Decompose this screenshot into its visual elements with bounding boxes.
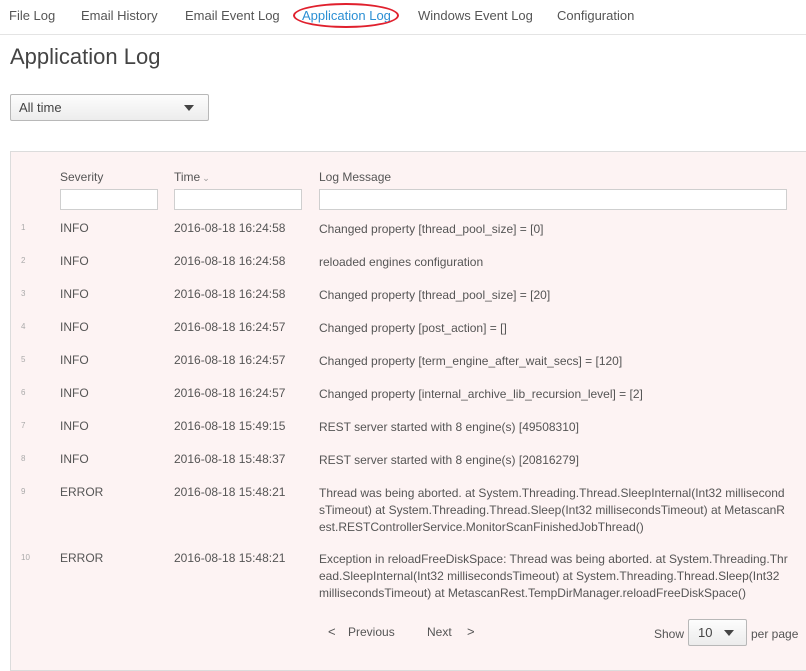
row-number: 2 <box>21 256 26 265</box>
severity-cell: INFO <box>60 452 89 466</box>
prev-arrow-icon[interactable]: < <box>328 624 336 639</box>
severity-cell: INFO <box>60 419 89 433</box>
row-number: 3 <box>21 289 26 298</box>
tab-file-log[interactable]: File Log <box>9 8 55 23</box>
time-cell: 2016-08-18 16:24:58 <box>174 221 286 235</box>
sort-caret-icon: ⌄ <box>202 173 210 183</box>
time-cell: 2016-08-18 15:48:37 <box>174 452 286 466</box>
previous-page-link[interactable]: Previous <box>348 625 395 639</box>
page-size-select[interactable]: 10 <box>688 619 747 646</box>
message-cell: Exception in reloadFreeDiskSpace: Thread… <box>319 552 788 600</box>
row-number: 6 <box>21 388 26 397</box>
column-header-time[interactable]: Time ⌄ <box>174 170 210 184</box>
message-cell: Changed property [internal_archive_lib_r… <box>319 387 643 401</box>
time-cell: 2016-08-18 15:48:21 <box>174 551 286 565</box>
row-number: 8 <box>21 454 26 463</box>
time-cell: 2016-08-18 16:24:58 <box>174 254 286 268</box>
caret-down-icon <box>184 105 194 111</box>
message-cell: Changed property [term_engine_after_wait… <box>319 354 623 368</box>
tab-windows-event-log[interactable]: Windows Event Log <box>418 8 533 23</box>
message-cell: Thread was being aborted. at System.Thre… <box>319 486 785 534</box>
tab-email-history[interactable]: Email History <box>81 8 158 23</box>
row-number: 10 <box>21 553 30 562</box>
severity-cell: ERROR <box>60 551 104 565</box>
tab-configuration[interactable]: Configuration <box>557 8 634 23</box>
time-cell: 2016-08-18 16:24:57 <box>174 353 286 367</box>
severity-cell: INFO <box>60 353 89 367</box>
time-cell: 2016-08-18 15:49:15 <box>174 419 286 433</box>
severity-cell: INFO <box>60 287 89 301</box>
severity-cell: INFO <box>60 221 89 235</box>
row-number: 5 <box>21 355 26 364</box>
time-cell: 2016-08-18 15:48:21 <box>174 485 286 499</box>
time-cell: 2016-08-18 16:24:58 <box>174 287 286 301</box>
column-header-log-message[interactable]: Log Message <box>319 170 391 184</box>
caret-down-icon <box>724 630 734 636</box>
next-page-link[interactable]: Next <box>427 625 452 639</box>
message-filter-input[interactable] <box>319 189 787 210</box>
per-page-label: per page <box>751 627 799 641</box>
time-filter-input[interactable] <box>174 189 302 210</box>
column-header-time-label: Time <box>174 170 201 184</box>
severity-cell: INFO <box>60 386 89 400</box>
next-arrow-icon[interactable]: > <box>467 624 475 639</box>
severity-cell: INFO <box>60 254 89 268</box>
page-size-value: 10 <box>698 625 713 640</box>
severity-cell: ERROR <box>60 485 104 499</box>
message-cell: Changed property [thread_pool_size] = [2… <box>319 288 551 302</box>
message-cell: REST server started with 8 engine(s) [20… <box>319 453 579 467</box>
page-title: Application Log <box>10 44 161 69</box>
show-label: Show <box>654 627 685 641</box>
severity-cell: INFO <box>60 320 89 334</box>
message-cell: Changed property [thread_pool_size] = [0… <box>319 222 544 236</box>
row-number: 4 <box>21 322 26 331</box>
tab-email-event-log[interactable]: Email Event Log <box>185 8 280 23</box>
row-number: 9 <box>21 487 26 496</box>
time-cell: 2016-08-18 16:24:57 <box>174 320 286 334</box>
message-cell: reloaded engines configuration <box>319 255 484 269</box>
highlight-ellipse <box>293 3 399 28</box>
row-number: 7 <box>21 421 26 430</box>
time-range-value: All time <box>19 100 62 115</box>
severity-filter-input[interactable] <box>60 189 158 210</box>
tab-bar: File Log Email History Email Event Log A… <box>0 0 806 35</box>
time-range-select[interactable]: All time <box>10 94 209 121</box>
column-header-severity[interactable]: Severity <box>60 170 103 184</box>
time-cell: 2016-08-18 16:24:57 <box>174 386 286 400</box>
row-number: 1 <box>21 223 26 232</box>
message-cell: Changed property [post_action] = [] <box>319 321 507 335</box>
message-cell: REST server started with 8 engine(s) [49… <box>319 420 579 434</box>
